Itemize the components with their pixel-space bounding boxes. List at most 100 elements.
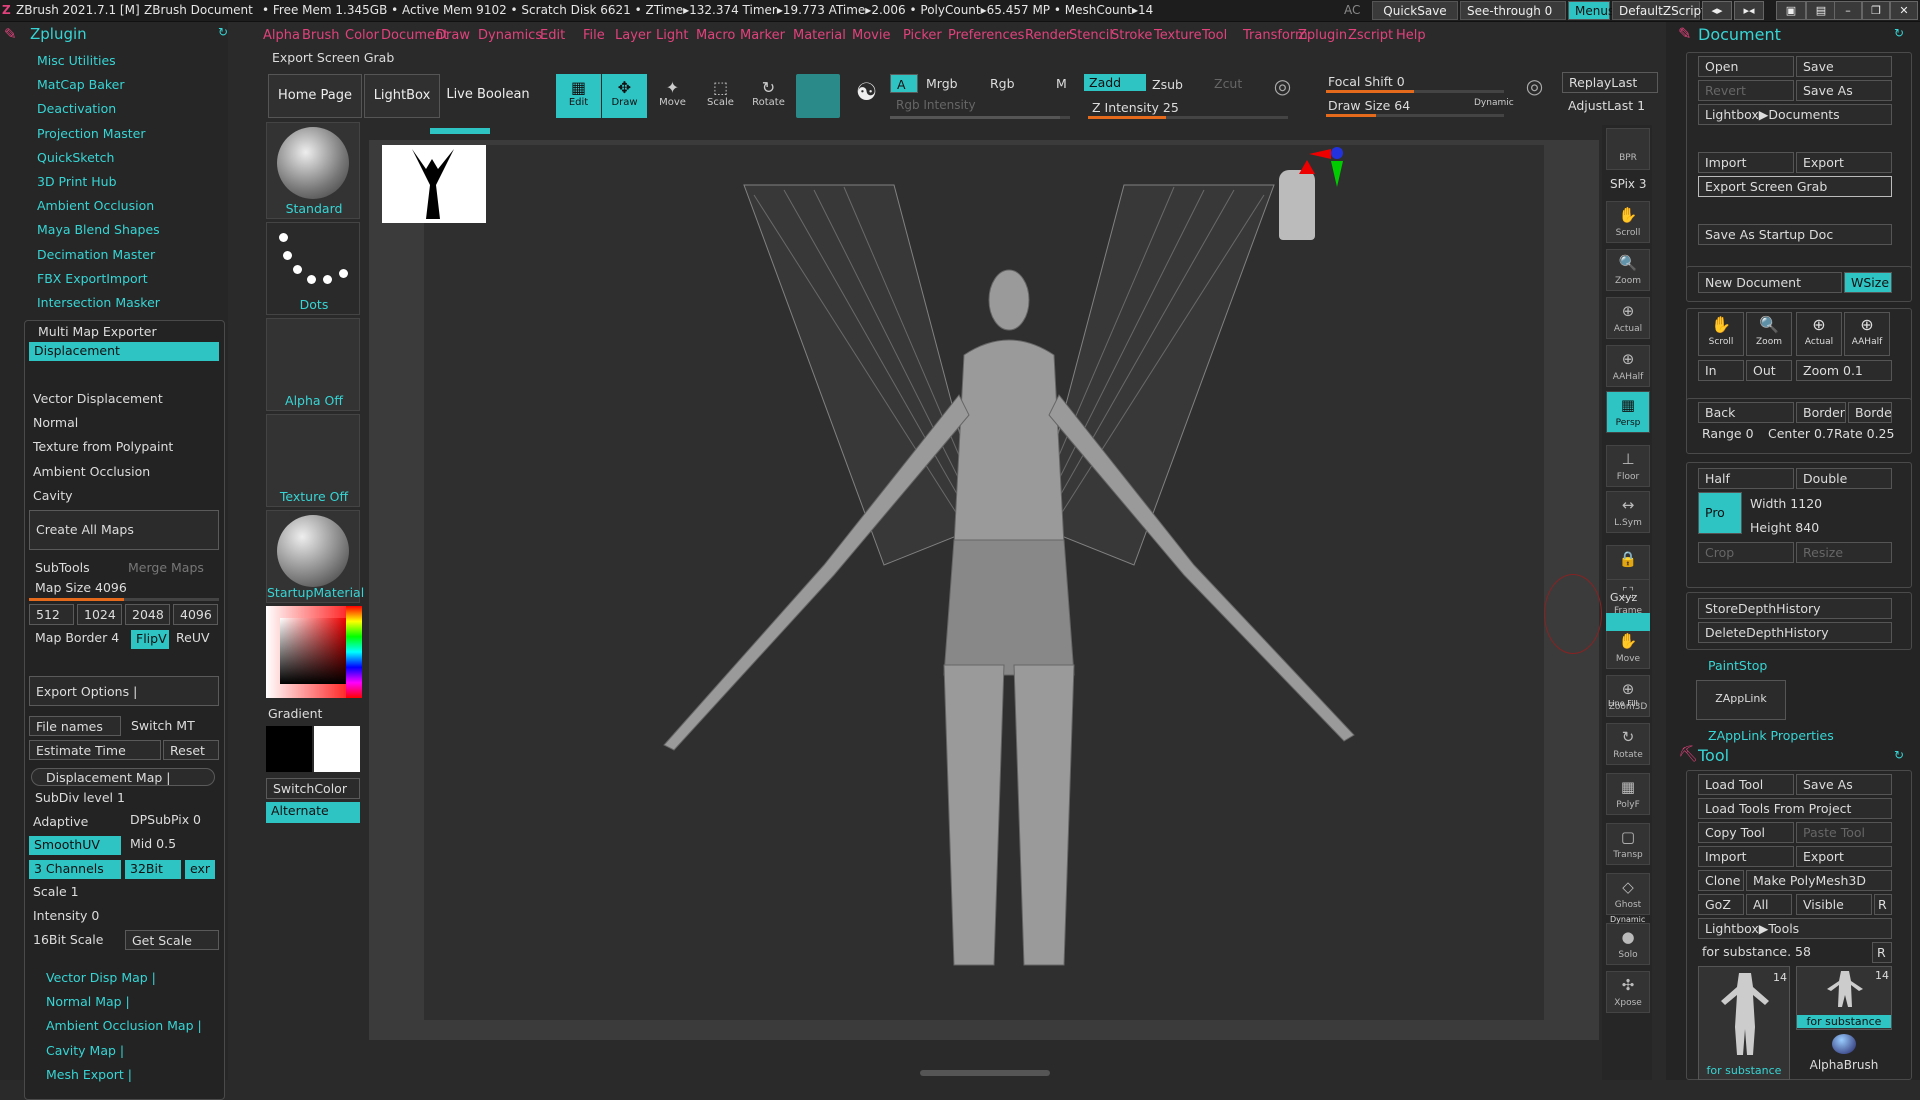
document-header[interactable]: Document [1698,25,1781,44]
xyz-toggle[interactable]: Gxyz [1610,591,1637,604]
menu-stencil[interactable]: Stencil [1069,28,1113,43]
displacement-map-button[interactable]: Displacement Map | [31,768,215,786]
scale-slider[interactable]: Scale 1 [33,884,79,899]
bpr-button[interactable]: BPR [1606,128,1650,170]
a-toggle[interactable]: A [890,74,918,93]
plugin-item[interactable]: Projection Master [37,126,145,141]
reuv-toggle[interactable]: ReUV [176,630,210,645]
rate-slider[interactable]: Rate 0.25 [1834,426,1894,441]
menu-stroke[interactable]: Stroke [1111,28,1152,43]
switchcolor-button[interactable]: SwitchColor [266,778,360,799]
zapplink-properties-button[interactable]: ZAppLink Properties [1708,728,1834,743]
alphabrush-thumbnail[interactable]: AlphaBrush [1796,1034,1892,1080]
refresh-icon[interactable]: ↻ [1894,26,1904,40]
plugin-item[interactable]: Maya Blend Shapes [37,222,160,237]
alternate-button[interactable]: Alternate [266,802,360,823]
menu-color[interactable]: Color [345,28,379,43]
menu-light[interactable]: Light [656,28,688,43]
map-size-slider[interactable]: Map Size 4096 [35,580,127,595]
tool-rotate[interactable]: ↻ Rotate [746,74,791,118]
rshelf-actual[interactable]: ⊕ Actual [1606,297,1650,339]
switch-mt-toggle[interactable]: Switch MT [131,718,195,733]
focal-shift-slider[interactable]: Focal Shift 0 [1328,74,1405,89]
m-toggle[interactable]: M [1056,76,1067,91]
plugin-item[interactable]: Deactivation [37,101,116,116]
zadd-toggle[interactable]: Zadd [1084,74,1146,91]
rshelf-scroll[interactable]: ✋ Scroll [1606,201,1650,243]
map-item[interactable]: Cavity [33,488,73,503]
map-item[interactable]: Ambient Occlusion [33,464,150,479]
exr-toggle[interactable]: exr [185,860,215,879]
dynamic-toggle[interactable]: Dynamic [1474,98,1514,108]
top-scrollbar[interactable] [370,126,1600,136]
menu-picker[interactable]: Picker [903,28,942,43]
tool-export-button[interactable]: Export [1796,846,1892,867]
bottom-scrollbar[interactable] [920,1070,1050,1076]
default-zscript-button[interactable]: DefaultZScript [1612,1,1706,20]
wsize-button[interactable]: WSize [1844,272,1892,293]
menu-render[interactable]: Render [1025,28,1071,43]
navigation-thumbnail[interactable] [382,145,486,223]
menu-texture[interactable]: Texture [1154,28,1202,43]
subtools-toggle[interactable]: SubTools [35,560,90,575]
rshelf-floor[interactable]: ⊥ Floor [1606,445,1650,487]
stroke-thumbnail[interactable]: Dots [266,222,360,315]
delete-depth-button[interactable]: DeleteDepthHistory [1698,622,1892,643]
load-tool-button[interactable]: Load Tool [1698,774,1794,795]
save-startup-doc-button[interactable]: Save As Startup Doc [1698,224,1892,245]
mrgb-toggle[interactable]: Mrgb [926,76,958,91]
plugin-item[interactable]: Ambient Occlusion [37,198,154,213]
width-slider[interactable]: Width 1120 [1750,496,1822,511]
menu-material[interactable]: Material [793,28,846,43]
tool-header[interactable]: Tool [1698,746,1729,765]
menu-zscript[interactable]: Zscript [1348,28,1393,43]
menu-alpha[interactable]: Alpha [263,28,300,43]
window2-icon[interactable]: ▤ [1806,1,1836,20]
alpha-thumbnail[interactable]: Alpha Off [266,318,360,411]
resize-button[interactable]: Resize [1796,542,1892,563]
map-size-4096[interactable]: 4096 [173,604,218,625]
nav-scroll[interactable]: ✋ Scroll [1698,312,1744,356]
plugin-item[interactable]: Misc Utilities [37,53,116,68]
border2-button[interactable]: Border2 [1848,402,1892,423]
rshelf-rotate[interactable]: ↻ Rotate [1606,723,1650,765]
nav-aahalf[interactable]: ⊕ AAHalf [1844,312,1890,356]
pro-toggle[interactable]: Pro [1698,492,1742,534]
in-button[interactable]: In [1698,360,1744,381]
draw-size-icon[interactable]: ◎ [1512,74,1557,118]
rshelf-xpose[interactable]: ✣ Xpose [1606,971,1650,1013]
material-mode-icon[interactable]: ☯ [844,78,889,122]
border-button[interactable]: Border [1796,402,1846,423]
double-button[interactable]: Double [1796,468,1892,489]
height-slider[interactable]: Height 840 [1750,520,1819,535]
for-substance-slider[interactable]: for substance. 58 [1702,944,1811,959]
layout2-icon[interactable]: ▸◂ [1734,1,1764,20]
menu-zplugin[interactable]: Zplugin [1298,28,1347,43]
rgb-toggle[interactable]: Rgb [990,76,1015,91]
goz-button[interactable]: GoZ [1698,894,1744,915]
color-picker[interactable] [266,606,362,698]
plugin-item[interactable]: 3D Print Hub [37,174,117,189]
create-all-maps-button[interactable]: Create All Maps [29,510,219,550]
adaptive-toggle[interactable]: Adaptive [33,814,88,829]
tool-import-button[interactable]: Import [1698,846,1794,867]
main-color-swatch[interactable] [314,726,360,772]
import-button[interactable]: Import [1698,152,1794,173]
paste-tool-button[interactable]: Paste Tool [1796,822,1892,843]
minimize-icon[interactable]: – [1834,1,1862,20]
load-tools-from-project-button[interactable]: Load Tools From Project [1698,798,1892,819]
see-through-slider[interactable]: See-through 0 [1460,1,1566,20]
axis-gizmo-icon[interactable] [1309,145,1349,195]
make-polymesh-button[interactable]: Make PolyMesh3D [1746,870,1892,891]
menus-toggle[interactable]: Menus [1568,1,1614,20]
zapplink-button[interactable]: ZAppLink [1696,680,1786,720]
hue-bar[interactable] [346,606,362,698]
save-button[interactable]: Save [1796,56,1892,77]
nav-zoom[interactable]: 🔍 Zoom [1746,312,1792,356]
menu-brush[interactable]: Brush [302,28,340,43]
map-item[interactable]: Normal [33,415,78,430]
lightbox-documents-button[interactable]: Lightbox▶Documents [1698,104,1892,125]
menu-file[interactable]: File [583,28,605,43]
r-button-2[interactable]: R [1872,942,1892,963]
lightbox-tools-button[interactable]: Lightbox▶Tools [1698,918,1892,939]
